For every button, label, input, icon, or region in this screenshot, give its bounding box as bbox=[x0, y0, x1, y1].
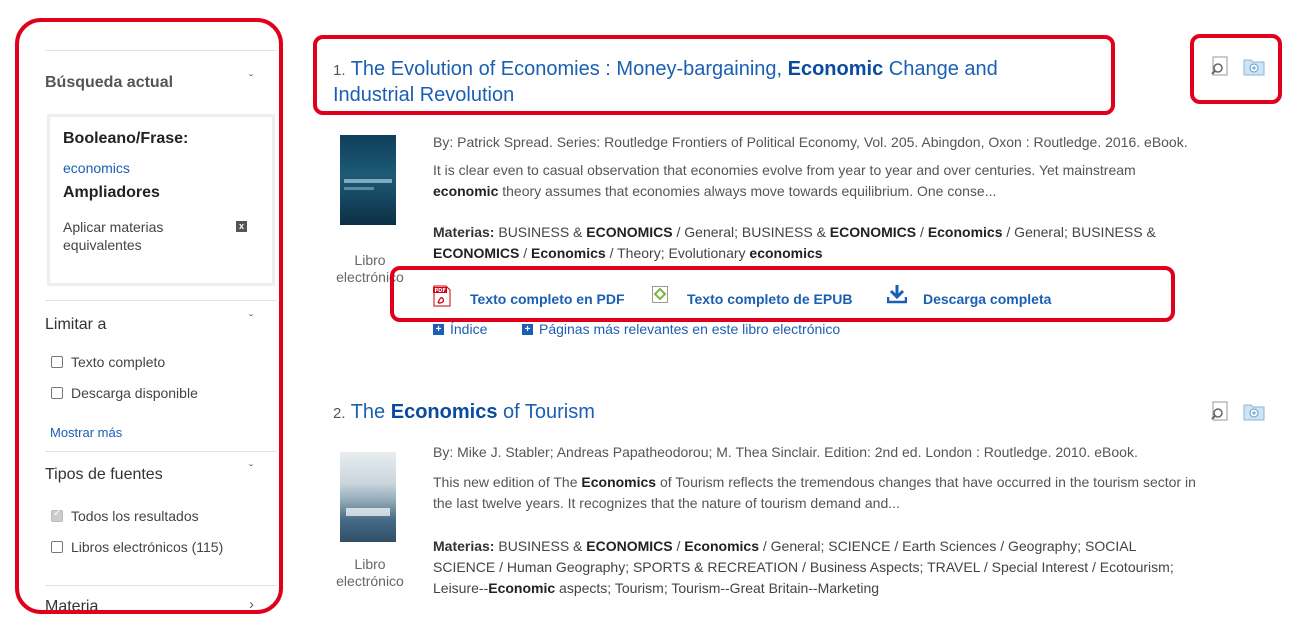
limit-fulltext-option[interactable]: Texto completo bbox=[51, 354, 165, 370]
result-2-format: Libro electrónico bbox=[336, 556, 404, 589]
result-2-meta: By: Mike J. Stabler; Andreas Papatheodor… bbox=[433, 444, 1138, 460]
subject-title[interactable]: Materia bbox=[45, 598, 98, 610]
facet-sidebar: Búsqueda actual ˇ Booleano/Frase: econom… bbox=[15, 18, 283, 614]
current-search-title[interactable]: Búsqueda actual bbox=[45, 74, 173, 92]
result-1-subjects: Materias: BUSINESS & ECONOMICS / General… bbox=[433, 224, 1156, 261]
preview-magnifier-icon[interactable] bbox=[1209, 400, 1231, 422]
expand-plus-icon[interactable]: + bbox=[522, 323, 533, 335]
relevant-pages-link[interactable]: + Páginas más relevantes en este libro el… bbox=[522, 321, 840, 337]
expander-item: Aplicar materias equivalentes bbox=[63, 219, 164, 253]
checkbox[interactable] bbox=[51, 541, 63, 553]
current-search-box: Booleano/Frase: economics Ampliadores Ap… bbox=[47, 114, 275, 286]
limit-title[interactable]: Limitar a bbox=[45, 316, 106, 334]
expand-plus-icon[interactable]: + bbox=[433, 323, 444, 335]
divider bbox=[45, 300, 277, 301]
add-to-folder-icon[interactable] bbox=[1243, 400, 1265, 422]
boolean-value-link[interactable]: economics bbox=[63, 160, 130, 176]
source-all-option[interactable]: Todos los resultados bbox=[51, 508, 199, 524]
checkbox[interactable] bbox=[51, 387, 63, 399]
full-download-link[interactable]: Descarga completa bbox=[923, 291, 1051, 307]
source-ebooks-option[interactable]: Libros electrónicos (115) bbox=[51, 539, 223, 555]
result-1-title[interactable]: 1. The Evolution of Economies : Money-ba… bbox=[333, 57, 1113, 83]
epub-icon[interactable] bbox=[652, 286, 668, 303]
preview-magnifier-icon[interactable] bbox=[1209, 55, 1231, 77]
index-link[interactable]: + Índice bbox=[433, 321, 487, 337]
checkbox[interactable] bbox=[51, 508, 63, 522]
chevron-right-icon[interactable]: › bbox=[249, 596, 254, 610]
remove-expander-icon[interactable]: x bbox=[236, 221, 247, 232]
limit-download-option[interactable]: Descarga disponible bbox=[51, 385, 198, 401]
add-to-folder-icon[interactable] bbox=[1243, 55, 1265, 77]
chevron-down-icon[interactable]: ˇ bbox=[249, 312, 253, 326]
source-types-title[interactable]: Tipos de fuentes bbox=[45, 466, 163, 484]
boolean-label: Booleano/Frase: bbox=[63, 130, 189, 147]
result-1-cover-image[interactable] bbox=[340, 135, 396, 225]
result-1-meta: By: Patrick Spread. Series: Routledge Fr… bbox=[433, 134, 1188, 150]
result-2-cover-image[interactable] bbox=[340, 452, 396, 542]
pdf-fulltext-link[interactable]: Texto completo en PDF bbox=[470, 291, 625, 307]
epub-fulltext-link[interactable]: Texto completo de EPUB bbox=[687, 291, 852, 307]
result-1-abstract: It is clear even to casual observation t… bbox=[433, 162, 1136, 199]
checkbox[interactable] bbox=[51, 356, 63, 368]
result-2-subjects: Materias: BUSINESS & ECONOMICS / Economi… bbox=[433, 538, 1174, 596]
divider bbox=[45, 50, 277, 51]
pdf-icon[interactable]: PDF bbox=[433, 285, 451, 307]
show-more-link[interactable]: Mostrar más bbox=[50, 425, 122, 440]
chevron-down-icon[interactable]: ˇ bbox=[249, 72, 253, 86]
chevron-down-icon[interactable]: ˇ bbox=[249, 462, 253, 476]
divider bbox=[45, 585, 277, 586]
tools-highlight-box bbox=[1190, 34, 1282, 104]
download-icon[interactable] bbox=[887, 284, 907, 304]
expanders-label: Ampliadores bbox=[63, 184, 160, 201]
result-1-title-line2[interactable]: Industrial Revolution bbox=[333, 83, 514, 108]
result-2-abstract: This new edition of The Economics of Tou… bbox=[433, 474, 1196, 511]
divider bbox=[45, 451, 277, 452]
svg-text:PDF: PDF bbox=[435, 288, 446, 294]
result-2-title[interactable]: 2. The Economics of Tourism bbox=[333, 400, 595, 426]
